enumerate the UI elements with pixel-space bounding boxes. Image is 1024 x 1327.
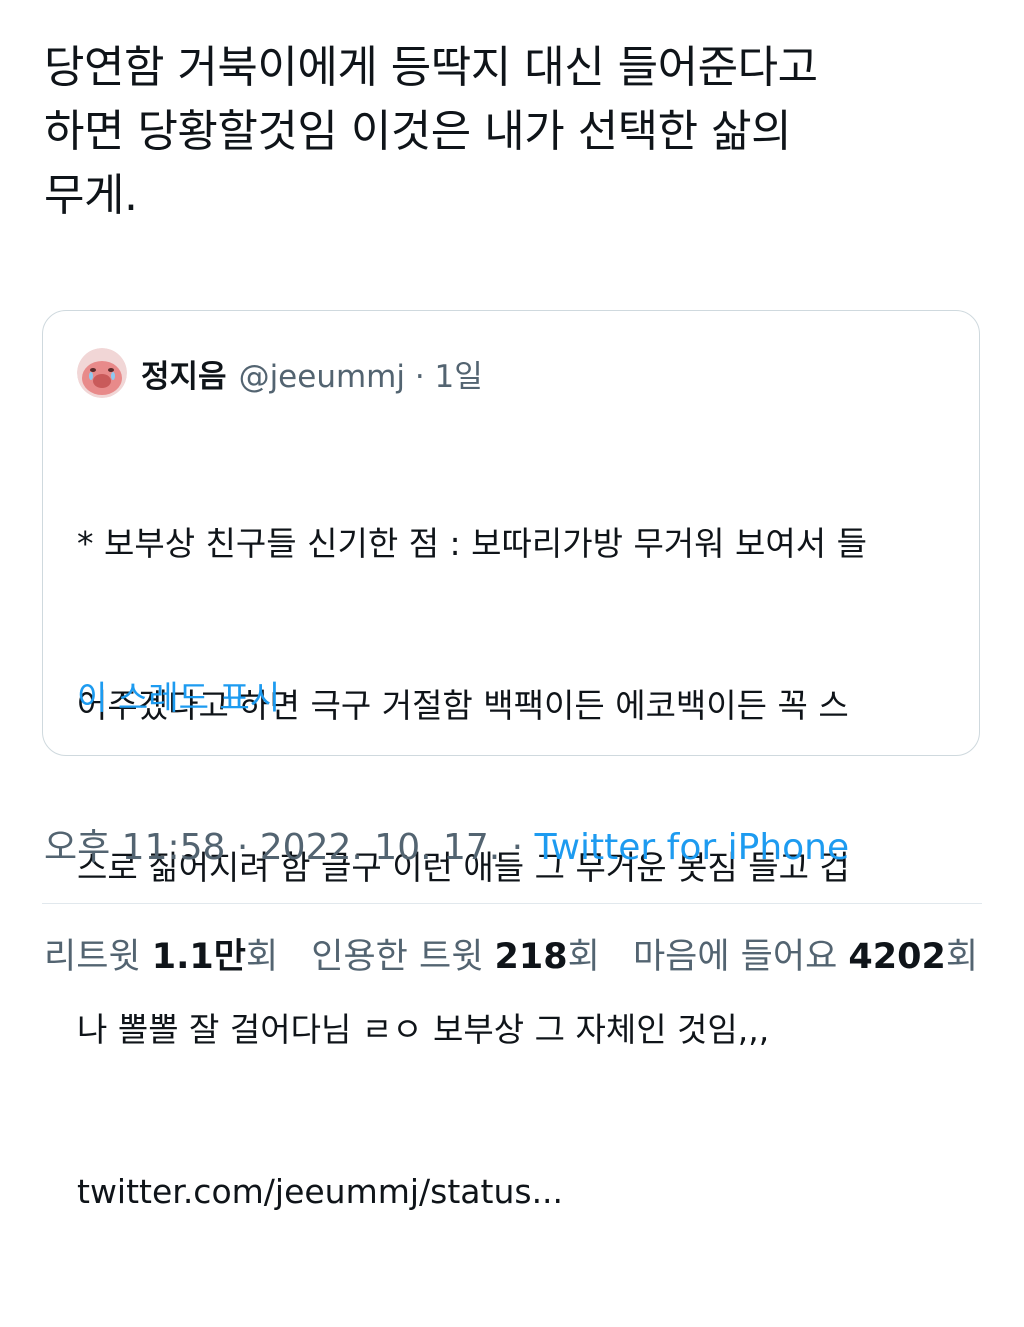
tweet-metadata: 오후 11:58 · 2022. 10. 17. · Twitter for i… xyxy=(44,818,849,870)
tweet-stats: 리트윗 1.1만회 인용한 트윗 218회 마음에 들어요 4202회 xyxy=(44,928,1000,979)
quoted-tweet-card[interactable]: 정지음 @jeeummj · 1일 * 보부상 친구들 신기한 점 : 보따리가… xyxy=(42,310,980,1211)
tweet-date[interactable]: 2022. 10. 17. xyxy=(260,827,500,868)
divider xyxy=(42,903,982,904)
quote-tweets-suffix: 회 xyxy=(567,937,600,977)
quote-tweets-stat[interactable]: 인용한 트윗 218회 xyxy=(311,937,600,977)
likes-label: 마음에 들어요 xyxy=(632,937,849,977)
quoted-tweet-line: * 보부상 친구들 신기한 점 : 보따리가방 무거워 보여서 들 xyxy=(77,524,867,563)
crying-character-avatar-icon xyxy=(77,348,127,398)
quoted-tweet-link[interactable]: twitter.com/jeeummj/status... xyxy=(77,1165,957,1219)
quoted-author-handle: @jeeummj · 1일 xyxy=(238,358,483,395)
quoted-tweet-header: 정지음 @jeeummj · 1일 xyxy=(77,347,483,399)
show-thread-link[interactable]: 이 스레드 표시 xyxy=(77,671,280,725)
quoted-author-name[interactable]: 정지음 xyxy=(141,351,227,396)
separator: · xyxy=(500,827,535,868)
tweet-source-link[interactable]: Twitter for iPhone xyxy=(535,827,850,868)
quoted-tweet-line: 나 뽈뽈 잘 걸어다님 ㄹㅇ 보부상 그 자체인 것임,,, xyxy=(77,1010,770,1049)
tweet-time[interactable]: 오후 11:58 xyxy=(44,827,225,868)
quote-tweets-count: 218 xyxy=(494,937,568,977)
likes-count: 4202 xyxy=(848,937,946,977)
likes-suffix: 회 xyxy=(945,937,979,977)
retweets-count: 1.1만 xyxy=(151,937,246,977)
tweet-text: 당연함 거북이에게 등딱지 대신 들어준다고 하면 당황할것임 이것은 내가 선… xyxy=(44,42,818,221)
retweets-stat[interactable]: 리트윗 1.1만회 xyxy=(44,937,278,977)
likes-stat[interactable]: 마음에 들어요 4202회 xyxy=(633,937,978,977)
avatar[interactable] xyxy=(77,348,127,398)
separator: · xyxy=(225,827,260,868)
quote-tweets-label: 인용한 트윗 xyxy=(311,937,495,977)
retweets-suffix: 회 xyxy=(245,937,279,977)
retweets-label: 리트윗 xyxy=(44,937,152,977)
